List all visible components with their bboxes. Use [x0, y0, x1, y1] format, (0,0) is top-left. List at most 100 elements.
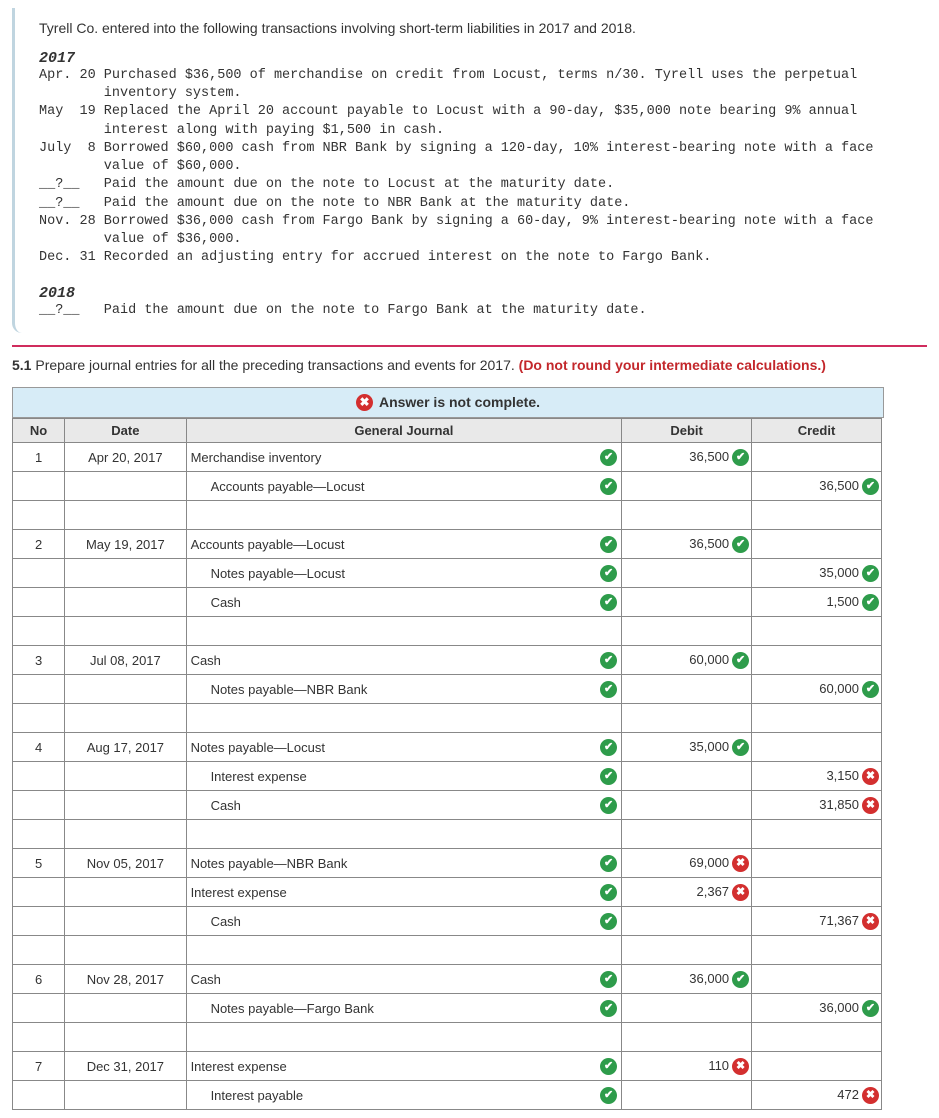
- entry-date[interactable]: [65, 472, 186, 501]
- account-cell[interactable]: Notes payable—NBR Bank✔: [186, 849, 622, 878]
- check-icon: ✔: [600, 1087, 617, 1104]
- credit-cell[interactable]: 71,367✖: [752, 907, 882, 936]
- account-cell[interactable]: Interest expense✔: [186, 1052, 622, 1081]
- table-row: 6Nov 28, 2017Cash✔36,000✔: [13, 965, 882, 994]
- debit-cell[interactable]: [622, 907, 752, 936]
- answer-status-banner: ✖ Answer is not complete.: [12, 387, 884, 419]
- check-icon: ✔: [600, 681, 617, 698]
- credit-cell[interactable]: 31,850✖: [752, 791, 882, 820]
- debit-cell[interactable]: [622, 1081, 752, 1110]
- x-icon: ✖: [732, 1058, 749, 1075]
- question-hint: (Do not round your intermediate calculat…: [519, 357, 826, 373]
- credit-cell[interactable]: [752, 849, 882, 878]
- credit-cell[interactable]: 3,150✖: [752, 762, 882, 791]
- entry-no: [13, 559, 65, 588]
- entry-date[interactable]: [65, 907, 186, 936]
- table-row: 3Jul 08, 2017Cash✔60,000✔: [13, 646, 882, 675]
- credit-cell[interactable]: [752, 530, 882, 559]
- year-2018: 2018: [39, 285, 903, 302]
- entry-date[interactable]: [65, 762, 186, 791]
- entry-date[interactable]: [65, 791, 186, 820]
- credit-cell[interactable]: [752, 878, 882, 907]
- credit-cell[interactable]: 36,000✔: [752, 994, 882, 1023]
- table-row: Accounts payable—Locust✔ 36,500✔: [13, 472, 882, 501]
- check-icon: ✔: [600, 565, 617, 582]
- check-icon: ✔: [600, 536, 617, 553]
- table-row: Interest expense✔ 3,150✖: [13, 762, 882, 791]
- credit-cell[interactable]: [752, 733, 882, 762]
- credit-cell[interactable]: [752, 965, 882, 994]
- entry-date[interactable]: [65, 1081, 186, 1110]
- check-icon: ✔: [732, 652, 749, 669]
- debit-cell[interactable]: 35,000✔: [622, 733, 752, 762]
- account-cell[interactable]: Cash✔: [186, 791, 622, 820]
- x-icon: ✖: [862, 913, 879, 930]
- account-cell[interactable]: Cash✔: [186, 646, 622, 675]
- account-cell[interactable]: Merchandise inventory✔: [186, 443, 622, 472]
- account-cell[interactable]: Interest expense✔: [186, 762, 622, 791]
- entry-date[interactable]: Apr 20, 2017: [65, 443, 186, 472]
- check-icon: ✔: [600, 768, 617, 785]
- credit-cell[interactable]: 60,000✔: [752, 675, 882, 704]
- debit-cell[interactable]: [622, 675, 752, 704]
- check-icon: ✔: [600, 594, 617, 611]
- entry-date[interactable]: May 19, 2017: [65, 530, 186, 559]
- account-cell[interactable]: Notes payable—NBR Bank✔: [186, 675, 622, 704]
- entry-date[interactable]: [65, 994, 186, 1023]
- check-icon: ✔: [732, 449, 749, 466]
- account-cell[interactable]: Notes payable—Locust ✔: [186, 559, 622, 588]
- account-cell[interactable]: Cash✔: [186, 965, 622, 994]
- debit-cell[interactable]: 110✖: [622, 1052, 752, 1081]
- entry-date[interactable]: Dec 31, 2017: [65, 1052, 186, 1081]
- entry-no: [13, 675, 65, 704]
- credit-cell[interactable]: [752, 646, 882, 675]
- debit-cell[interactable]: 36,000✔: [622, 965, 752, 994]
- account-cell[interactable]: Notes payable—Fargo Bank✔: [186, 994, 622, 1023]
- debit-cell[interactable]: 36,500✔: [622, 443, 752, 472]
- entry-date[interactable]: [65, 588, 186, 617]
- debit-cell[interactable]: 60,000✔: [622, 646, 752, 675]
- account-cell[interactable]: Notes payable—Locust✔: [186, 733, 622, 762]
- table-row: 7Dec 31, 2017Interest expense✔110✖: [13, 1052, 882, 1081]
- debit-cell[interactable]: 2,367✖: [622, 878, 752, 907]
- debit-cell[interactable]: [622, 994, 752, 1023]
- account-cell[interactable]: Interest payable✔: [186, 1081, 622, 1110]
- entry-no: 2: [13, 530, 65, 559]
- debit-cell[interactable]: [622, 559, 752, 588]
- table-row: [13, 1023, 882, 1052]
- credit-cell[interactable]: [752, 443, 882, 472]
- entry-date[interactable]: [65, 675, 186, 704]
- entry-no: [13, 994, 65, 1023]
- entry-date[interactable]: Aug 17, 2017: [65, 733, 186, 762]
- account-name: Cash: [211, 914, 241, 929]
- debit-cell[interactable]: [622, 588, 752, 617]
- entry-date[interactable]: Nov 05, 2017: [65, 849, 186, 878]
- check-icon: ✔: [600, 739, 617, 756]
- entry-date[interactable]: Jul 08, 2017: [65, 646, 186, 675]
- entry-date[interactable]: Nov 28, 2017: [65, 965, 186, 994]
- debit-cell[interactable]: 36,500✔: [622, 530, 752, 559]
- debit-cell[interactable]: [622, 762, 752, 791]
- question-body: Prepare journal entries for all the prec…: [31, 357, 518, 373]
- entry-date[interactable]: [65, 878, 186, 907]
- credit-cell[interactable]: 35,000✔: [752, 559, 882, 588]
- debit-cell[interactable]: [622, 791, 752, 820]
- account-cell[interactable]: Cash✔: [186, 588, 622, 617]
- debit-cell[interactable]: 69,000✖: [622, 849, 752, 878]
- account-cell[interactable]: Accounts payable—Locust✔: [186, 530, 622, 559]
- account-cell[interactable]: Accounts payable—Locust✔: [186, 472, 622, 501]
- credit-cell[interactable]: [752, 1052, 882, 1081]
- account-cell[interactable]: Interest expense✔: [186, 878, 622, 907]
- entry-date[interactable]: [65, 559, 186, 588]
- check-icon: ✔: [600, 449, 617, 466]
- credit-cell[interactable]: 1,500✔: [752, 588, 882, 617]
- debit-cell[interactable]: [622, 472, 752, 501]
- x-icon: ✖: [356, 394, 373, 411]
- account-name: Notes payable—Locust: [211, 566, 345, 581]
- credit-cell[interactable]: 472✖: [752, 1081, 882, 1110]
- check-icon: ✔: [600, 1058, 617, 1075]
- credit-cell[interactable]: 36,500✔: [752, 472, 882, 501]
- answer-status-text: Answer is not complete.: [379, 394, 540, 410]
- account-name: Notes payable—NBR Bank: [191, 856, 348, 871]
- account-cell[interactable]: Cash✔: [186, 907, 622, 936]
